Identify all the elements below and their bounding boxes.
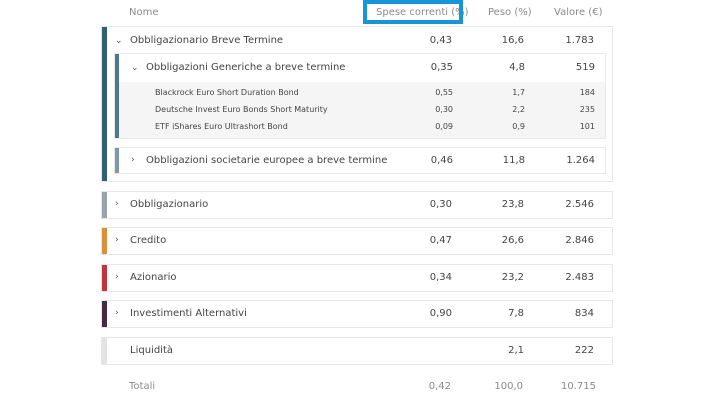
chevron-right-icon[interactable]: › [115, 199, 119, 209]
group-value: 2.546 [565, 199, 594, 210]
fund-name: ETF iShares Euro Ultrashort Bond [155, 122, 288, 131]
totals-row: Totali 0,42 100,0 10.715 [101, 372, 613, 400]
group-expenses: 0,47 [429, 235, 452, 246]
chevron-down-icon[interactable]: ⌄ [131, 63, 139, 73]
group-expenses: 0,34 [429, 272, 452, 283]
list-item[interactable]: ETF iShares Euro Ultrashort Bond 0,09 0,… [119, 118, 605, 136]
list-item[interactable]: Deutsche Invest Euro Bonds Short Maturit… [119, 100, 605, 118]
group-expenses: 0,30 [429, 199, 452, 210]
group-weight: 7,8 [508, 308, 524, 319]
subgroup-value: 519 [575, 62, 595, 73]
group-weight: 23,2 [501, 272, 524, 283]
column-header-value[interactable]: Valore (€) [554, 7, 602, 18]
group-expenses: 0,90 [429, 308, 452, 319]
list-item[interactable]: Blackrock Euro Short Duration Bond 0,55 … [119, 82, 605, 100]
group-row-alternativi[interactable]: › Investimenti Alternativi 0,90 7,8 834 [101, 300, 613, 328]
category-color-bar [102, 192, 107, 218]
column-header-weight[interactable]: Peso (%) [488, 7, 532, 18]
fund-weight: 1,7 [512, 88, 525, 97]
table-header: Nome Spese correnti (%) Peso (%) Valore … [101, 0, 613, 24]
fund-weight: 0,9 [512, 122, 525, 131]
fund-list: Blackrock Euro Short Duration Bond 0,55 … [119, 82, 605, 138]
group-name: Credito [130, 235, 167, 246]
subgroup-row-generiche[interactable]: ⌄ Obbligazioni Generiche a breve termine… [114, 53, 606, 139]
group-expenses: 0,43 [429, 35, 452, 46]
group-row-liquidita: Liquidità 2,1 222 [101, 337, 613, 365]
group-weight: 26,6 [501, 235, 524, 246]
chevron-right-icon[interactable]: › [115, 308, 119, 318]
fund-expenses: 0,55 [435, 88, 453, 97]
subgroup-weight: 11,8 [502, 155, 525, 166]
category-color-bar [102, 228, 107, 254]
subgroup-row-societarie[interactable]: › Obbligazioni societarie europee a brev… [114, 147, 606, 174]
fund-weight: 2,2 [512, 105, 525, 114]
group-value: 2.846 [565, 235, 594, 246]
group-row-obbligazionario[interactable]: › Obbligazionario 0,30 23,8 2.546 [101, 191, 613, 219]
group-name: Obbligazionario [130, 199, 209, 210]
group-weight: 2,1 [508, 345, 524, 356]
fund-name: Blackrock Euro Short Duration Bond [155, 88, 299, 97]
totals-expenses: 0,42 [428, 381, 451, 392]
group-name: Liquidità [130, 345, 173, 356]
category-color-bar [102, 27, 107, 181]
totals-value: 10.715 [561, 381, 596, 392]
group-weight: 16,6 [501, 35, 524, 46]
totals-weight: 100,0 [494, 381, 523, 392]
fund-name: Deutsche Invest Euro Bonds Short Maturit… [155, 105, 328, 114]
group-name: Obbligazionario Breve Termine [130, 35, 284, 46]
chevron-down-icon[interactable]: ⌄ [115, 36, 123, 46]
fund-expenses: 0,30 [435, 105, 453, 114]
fund-expenses: 0,09 [435, 122, 453, 131]
subgroup-expenses: 0,35 [430, 62, 453, 73]
group-row-credito[interactable]: › Credito 0,47 26,6 2.846 [101, 227, 613, 255]
subgroup-name: Obbligazioni societarie europee a breve … [146, 155, 388, 166]
group-value: 834 [574, 308, 594, 319]
subgroup-expenses: 0,46 [430, 155, 453, 166]
subgroup-name: Obbligazioni Generiche a breve termine [146, 62, 346, 73]
group-weight: 23,8 [501, 199, 524, 210]
group-value: 1.783 [565, 35, 594, 46]
column-header-name[interactable]: Nome [129, 7, 159, 18]
column-highlight-frame [363, 0, 463, 24]
fund-value: 101 [579, 122, 595, 131]
fund-value: 235 [579, 105, 595, 114]
category-color-bar [102, 265, 107, 291]
group-value: 222 [574, 345, 594, 356]
chevron-right-icon[interactable]: › [131, 155, 135, 165]
subgroup-value: 1.264 [566, 155, 595, 166]
subcategory-color-bar [115, 148, 119, 173]
group-name: Investimenti Alternativi [130, 308, 247, 319]
category-color-bar [102, 338, 107, 364]
fund-value: 184 [579, 88, 595, 97]
totals-label: Totali [129, 381, 156, 392]
chevron-right-icon[interactable]: › [115, 235, 119, 245]
subgroup-weight: 4,8 [509, 62, 525, 73]
category-color-bar [102, 301, 107, 327]
group-row-breve-termine[interactable]: ⌄ Obbligazionario Breve Termine 0,43 16,… [101, 26, 613, 182]
group-value: 2.483 [565, 272, 594, 283]
group-row-azionario[interactable]: › Azionario 0,34 23,2 2.483 [101, 264, 613, 292]
chevron-right-icon[interactable]: › [115, 272, 119, 282]
group-name: Azionario [130, 272, 177, 283]
